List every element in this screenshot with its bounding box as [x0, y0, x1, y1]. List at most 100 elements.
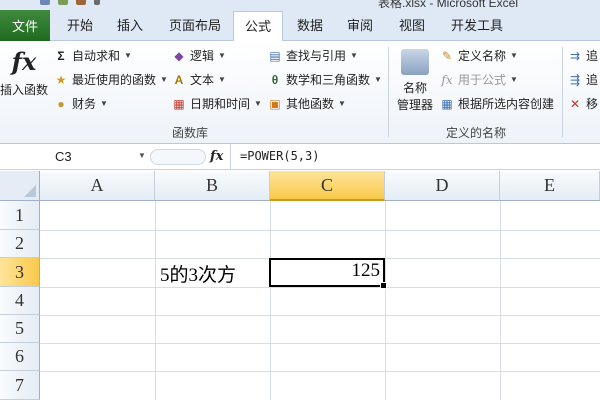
chevron-down-icon: ▼	[124, 51, 132, 60]
trace-precedents-label: 追	[586, 49, 599, 63]
gridline	[40, 287, 600, 288]
name-manager-label-1: 名称	[402, 81, 427, 95]
math-trig-button[interactable]: θ 数学和三角函数 ▼	[268, 71, 382, 88]
tab-data[interactable]: 数据	[288, 10, 332, 41]
column-header-b[interactable]: B	[155, 171, 270, 201]
chevron-down-icon: ▼	[350, 51, 358, 60]
chevron-down-icon: ▼	[374, 75, 382, 84]
remove-arrows-icon: ✕	[569, 96, 581, 111]
use-in-formula-label: 用于公式	[458, 73, 507, 87]
formula-bar: C3 ▼ fx =POWER(5,3)	[0, 144, 600, 170]
sigma-icon: Σ	[57, 48, 65, 63]
calendar-icon: ▦	[173, 96, 185, 111]
logical-button[interactable]: ◆ 逻辑 ▼	[172, 47, 226, 64]
row-header-2[interactable]: 2	[0, 230, 40, 258]
datetime-button[interactable]: ▦ 日期和时间 ▼	[172, 95, 262, 112]
trace-dependents-button[interactable]: ⇶ 追	[568, 71, 598, 88]
redo-icon[interactable]	[76, 0, 86, 5]
name-box[interactable]: C3 ▼	[0, 148, 148, 166]
chevron-down-icon: ▼	[218, 75, 226, 84]
more-functions-label: 其他函数	[286, 97, 335, 111]
trace-dependents-icon: ⇶	[569, 72, 581, 87]
column-header-c[interactable]: C	[270, 171, 385, 201]
save-icon[interactable]	[40, 0, 50, 5]
row-header-4[interactable]: 4	[0, 287, 40, 315]
financial-label: 财务	[72, 97, 97, 111]
group-separator	[562, 47, 563, 137]
gridline	[40, 315, 600, 316]
recent-functions-button[interactable]: ★ 最近使用的函数 ▼	[54, 71, 168, 88]
remove-arrows-button[interactable]: ✕ 移	[568, 95, 598, 112]
autosum-label: 自动求和	[72, 49, 121, 63]
ribbon: fx 插入函数 Σ 自动求和 ▼ ★ 最近使用的函数 ▼ ● 财务 ▼ ◆ 逻辑…	[0, 41, 600, 144]
chevron-down-icon: ▼	[100, 99, 108, 108]
name-manager-icon	[401, 49, 429, 75]
column-header-d[interactable]: D	[385, 171, 500, 201]
tab-insert[interactable]: 插入	[108, 10, 152, 41]
theta-icon: θ	[271, 72, 279, 87]
coins-icon: ●	[57, 96, 65, 111]
name-manager-button[interactable]: 名称 管理器	[392, 49, 438, 113]
autosum-button[interactable]: Σ 自动求和 ▼	[54, 47, 132, 64]
star-icon: ★	[55, 72, 67, 87]
more-functions-icon: ▣	[269, 96, 281, 111]
create-from-selection-button[interactable]: ▦ 根据所选内容创建	[440, 95, 554, 112]
row-header-6[interactable]: 6	[0, 343, 40, 371]
name-manager-label-2: 管理器	[396, 98, 433, 112]
financial-button[interactable]: ● 财务 ▼	[54, 95, 108, 112]
trace-dependents-label: 追	[586, 73, 599, 87]
more-functions-button[interactable]: ▣ 其他函数 ▼	[268, 95, 346, 112]
lookup-reference-button[interactable]: ▤ 查找与引用 ▼	[268, 47, 358, 64]
logical-label: 逻辑	[190, 49, 215, 63]
text-functions-button[interactable]: A 文本 ▼	[172, 71, 226, 88]
insert-function-fx-icon[interactable]: fx	[210, 149, 223, 164]
fx-icon: fx	[11, 47, 37, 76]
lookup-icon: ▤	[269, 48, 281, 63]
row-header-7[interactable]: 7	[0, 371, 40, 400]
define-name-button[interactable]: ✎ 定义名称 ▼	[440, 47, 518, 64]
window-title: 表格.xlsx - Microsoft Excel	[378, 0, 519, 10]
column-header-e[interactable]: E	[500, 171, 600, 201]
defined-names-group-label: 定义的名称	[446, 126, 507, 140]
tab-page-layout[interactable]: 页面布局	[160, 10, 230, 41]
select-all-corner[interactable]	[0, 171, 40, 201]
gridline	[40, 371, 600, 372]
trace-precedents-icon: ⇉	[569, 48, 581, 63]
logical-icon: ◆	[174, 48, 184, 63]
create-from-selection-icon: ▦	[441, 96, 453, 111]
cell-b3[interactable]: 5的3次方	[160, 260, 236, 287]
tab-review[interactable]: 审阅	[338, 10, 382, 41]
tab-developer[interactable]: 开发工具	[446, 10, 508, 41]
chevron-down-icon: ▼	[510, 51, 518, 60]
group-separator	[388, 47, 389, 137]
chevron-down-icon: ▼	[160, 75, 168, 84]
undo-icon[interactable]	[58, 0, 68, 5]
customize-icon[interactable]	[94, 0, 100, 5]
tab-view[interactable]: 视图	[390, 10, 434, 41]
active-cell-border[interactable]	[269, 258, 387, 289]
chevron-down-icon: ▼	[510, 75, 518, 84]
formula-bar-expander[interactable]	[150, 149, 206, 165]
trace-precedents-button[interactable]: ⇉ 追	[568, 47, 598, 64]
recent-functions-label: 最近使用的函数	[72, 73, 157, 87]
chevron-down-icon: ▼	[338, 99, 346, 108]
chevron-down-icon: ▼	[254, 99, 262, 108]
fx-small-icon: fx	[441, 72, 453, 87]
row-header-3[interactable]: 3	[0, 258, 40, 287]
column-header-a[interactable]: A	[40, 171, 155, 201]
tab-file[interactable]: 文件	[0, 10, 50, 41]
math-trig-label: 数学和三角函数	[286, 73, 371, 87]
use-in-formula-button[interactable]: fx 用于公式 ▼	[440, 71, 518, 88]
gridline	[40, 343, 600, 344]
tab-home[interactable]: 开始	[58, 10, 102, 41]
formula-separator	[230, 144, 231, 170]
insert-function-button[interactable]: fx 插入函数	[0, 49, 48, 98]
row-header-1[interactable]: 1	[0, 201, 40, 230]
define-name-icon: ✎	[441, 48, 453, 63]
formula-input[interactable]: =POWER(5,3)	[240, 149, 319, 163]
chevron-down-icon[interactable]: ▼	[138, 151, 146, 160]
row-header-5[interactable]: 5	[0, 315, 40, 343]
tab-formulas[interactable]: 公式	[233, 11, 283, 42]
name-box-value: C3	[55, 149, 72, 164]
lookup-reference-label: 查找与引用	[286, 49, 347, 63]
